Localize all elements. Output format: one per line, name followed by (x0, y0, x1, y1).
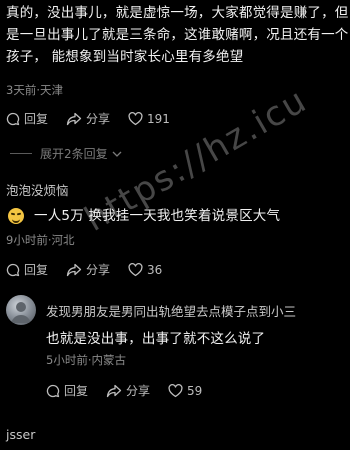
share-icon (66, 112, 82, 125)
comment-1-meta: 3天前·天津 (6, 83, 63, 97)
share-label: 分享 (126, 384, 151, 398)
reply-button[interactable]: 回复 (46, 382, 88, 399)
heart-icon (128, 111, 143, 125)
share-button[interactable]: 分享 (66, 261, 110, 278)
comment-1-line-1: 真的，没出事儿，就是虚惊一场，大家都觉得是赚了，但 (6, 5, 349, 21)
share-button[interactable]: 分享 (66, 110, 110, 127)
reply-button[interactable]: 回复 (6, 261, 48, 278)
comment-1-line-3: 孩子， 能想象到当时家长心里有多绝望 (6, 49, 244, 65)
like-count: 59 (187, 383, 203, 398)
reply-icon (6, 112, 20, 125)
comment-2-body: 一人5万 换我挂一天我也笑着说景区大气 (8, 205, 280, 227)
like-button[interactable]: 191 (128, 112, 170, 126)
heart-icon (128, 262, 143, 276)
reply-button[interactable]: 回复 (6, 110, 48, 127)
share-icon (66, 263, 82, 276)
like-button[interactable]: 59 (168, 384, 202, 398)
comment-1-actions: 回复 分享 191 (6, 110, 188, 127)
comment-2-actions: 回复 分享 36 (6, 261, 180, 278)
reply-label: 回复 (64, 384, 89, 398)
comment-3-username[interactable]: 发现男朋友是男同出轨绝望去点模子点到小三 (46, 301, 296, 320)
share-label: 分享 (86, 112, 111, 126)
expand-replies-button[interactable]: 展开2条回复 (10, 145, 123, 162)
comment-1-text: 真的，没出事儿，就是虚惊一场，大家都觉得是赚了，但 是一旦出事儿了就是三条命，这… (6, 2, 350, 68)
comment-2-meta: 9小时前·河北 (6, 233, 75, 247)
comment-3-text: 也就是没出事，出事了就不这么说了 (46, 331, 266, 347)
comment-thread: 真的，没出事儿，就是虚惊一场，大家都觉得是赚了，但 是一旦出事儿了就是三条命，这… (0, 0, 350, 450)
reply-label: 回复 (24, 112, 49, 126)
share-icon (106, 384, 122, 397)
divider-line (10, 153, 32, 154)
grin-emoji-icon (8, 208, 24, 224)
like-button[interactable]: 36 (128, 263, 162, 277)
reply-icon (6, 263, 20, 276)
next-comment-username[interactable]: jsser (6, 427, 35, 442)
chevron-down-icon (112, 151, 122, 157)
like-count: 191 (147, 111, 170, 126)
comment-2-text: 一人5万 换我挂一天我也笑着说景区大气 (34, 208, 281, 224)
reply-icon (46, 384, 60, 397)
comment-3-actions: 回复 分享 59 (46, 382, 220, 399)
comment-3-meta: 5小时前·内蒙古 (46, 353, 126, 367)
heart-icon (168, 383, 183, 397)
like-count: 36 (147, 262, 163, 277)
share-button[interactable]: 分享 (106, 382, 150, 399)
expand-replies-label: 展开2条回复 (40, 147, 108, 161)
comment-1-line-2: 是一旦出事儿了就是三条命，这谁敢赌啊，况且还有一个 (6, 27, 349, 43)
comment-2-username[interactable]: 泡泡没烦恼 (6, 180, 69, 199)
avatar-icon (11, 302, 31, 323)
comment-1: 真的，没出事儿，就是虚惊一场，大家都觉得是赚了，但 是一旦出事儿了就是三条命，这… (6, 2, 350, 68)
share-label: 分享 (86, 263, 111, 277)
reply-label: 回复 (24, 263, 49, 277)
avatar[interactable] (6, 295, 36, 325)
